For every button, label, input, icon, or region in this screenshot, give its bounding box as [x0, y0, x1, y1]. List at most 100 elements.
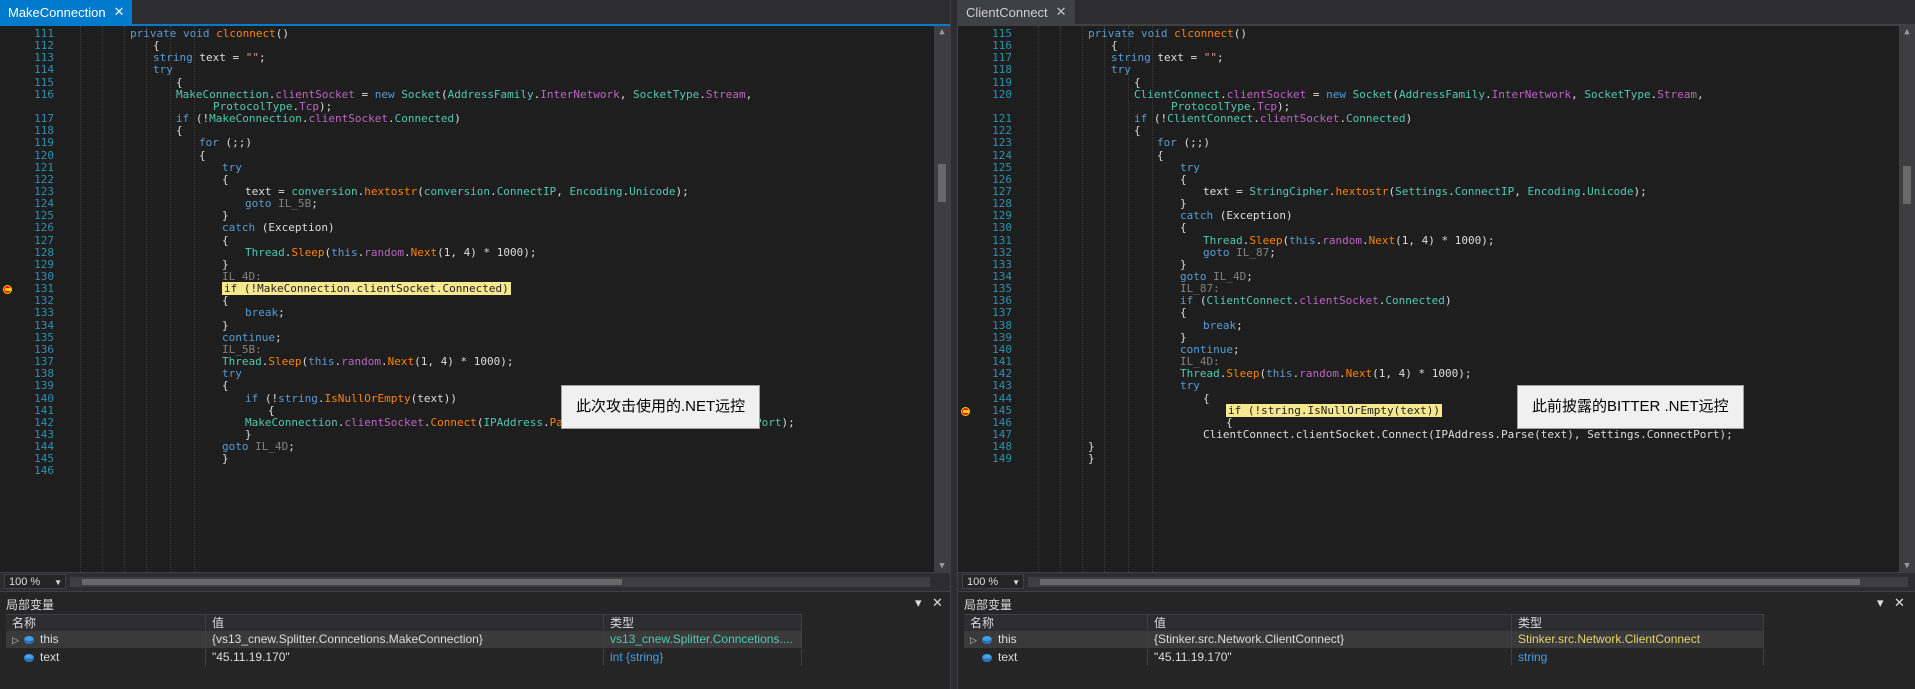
- close-icon[interactable]: ✕: [1056, 4, 1067, 20]
- annotation-label: 此前披露的BITTER .NET远控: [1517, 385, 1744, 429]
- line-number: 130: [992, 221, 1012, 234]
- column-header-name[interactable]: 名称: [6, 615, 206, 631]
- tab-clientconnect[interactable]: ClientConnect ✕: [958, 0, 1075, 24]
- scroll-up-icon[interactable]: ▲: [1899, 26, 1915, 38]
- left-code-editor[interactable]: 111 private void clconnect() 112{113 string…: [0, 26, 934, 572]
- left-vertical-scrollbar[interactable]: ▲ ▼: [934, 26, 950, 572]
- locals-name-cell: ▷ this: [6, 631, 206, 648]
- locals-row[interactable]: ▷ this {vs13_cnew.Splitter.Conncetions.Ma…: [6, 631, 802, 648]
- tab-makeconnection[interactable]: MakeConnection ✕: [0, 0, 133, 24]
- right-tab-strip: ClientConnect ✕: [958, 0, 1915, 26]
- locals-header-row: 名称 值 类型: [964, 614, 1764, 632]
- locals-value-cell: {Stinker.src.Network.ClientConnect}: [1148, 631, 1512, 648]
- line-number: 133: [34, 306, 54, 319]
- column-header-value[interactable]: 值: [206, 615, 604, 631]
- scroll-down-icon[interactable]: ▼: [1899, 560, 1915, 572]
- pin-dropdown-icon[interactable]: ▾: [1877, 595, 1884, 611]
- variable-name: text: [998, 650, 1018, 664]
- line-number: 119: [34, 136, 54, 149]
- line-number: 143: [992, 379, 1012, 392]
- scrollbar-thumb[interactable]: [82, 579, 622, 585]
- scrollbar-thumb[interactable]: [938, 164, 946, 202]
- scroll-up-icon[interactable]: ▲: [934, 26, 950, 38]
- expand-arrow-icon[interactable]: ▷: [12, 632, 20, 648]
- zoom-dropdown[interactable]: 100 % ▼: [4, 574, 66, 589]
- horizontal-scrollbar[interactable]: [1028, 577, 1908, 587]
- code-token: {: [222, 379, 229, 392]
- code-line: 123 for (;;): [958, 136, 1899, 149]
- pane-splitter[interactable]: [950, 0, 958, 689]
- code-text: try: [1180, 379, 1200, 392]
- pin-dropdown-icon[interactable]: ▾: [915, 595, 922, 611]
- panel-title: 局部变量: [964, 598, 1013, 612]
- chevron-down-icon: ▼: [1012, 578, 1020, 587]
- locals-value-cell: "45.11.19.170": [1148, 649, 1512, 666]
- locals-row[interactable]: text "45.11.19.170" string: [964, 649, 1764, 666]
- code-token: {: [1180, 221, 1187, 234]
- code-line: 139 {: [0, 379, 934, 392]
- close-icon[interactable]: ✕: [114, 4, 125, 20]
- code-line: 130 {: [958, 221, 1899, 234]
- object-icon: [982, 635, 992, 644]
- variable-name: this: [998, 632, 1017, 646]
- code-line: 119 for (;;): [0, 136, 934, 149]
- expand-arrow-icon[interactable]: ▷: [970, 632, 978, 648]
- breakpoint-icon[interactable]: [3, 285, 12, 294]
- locals-row[interactable]: ▷ this {Stinker.src.Network.ClientConnect…: [964, 631, 1764, 648]
- column-header-type[interactable]: 类型: [1512, 615, 1764, 631]
- zoom-dropdown[interactable]: 100 % ▼: [962, 574, 1024, 589]
- scrollbar-thumb[interactable]: [1903, 166, 1911, 204]
- field-icon: [982, 653, 992, 662]
- tab-label: ClientConnect: [966, 4, 1048, 20]
- code-token: for: [199, 136, 226, 149]
- code-token: try: [1180, 379, 1200, 392]
- locals-type-cell: string: [1512, 649, 1764, 666]
- column-header-type[interactable]: 类型: [604, 615, 802, 631]
- line-number: 146: [34, 464, 54, 477]
- annotation-label: 此次攻击使用的.NET远控: [561, 385, 761, 429]
- code-token: break: [245, 306, 279, 319]
- right-code-editor[interactable]: 115 private void clconnect() 116{117 string…: [958, 26, 1899, 572]
- code-text: for (;;): [1157, 136, 1210, 149]
- code-text: try: [1111, 63, 1131, 76]
- locals-name-cell: text: [964, 649, 1148, 666]
- code-text: catch (Exception): [222, 221, 335, 234]
- close-icon[interactable]: ✕: [1894, 595, 1905, 611]
- locals-type-cell: vs13_cnew.Splitter.Conncetions....: [604, 631, 802, 648]
- code-token: (Exception): [261, 221, 335, 234]
- line-number: 149: [992, 452, 1012, 465]
- right-document-pane: ClientConnect ✕ 115 private void clconnec…: [958, 0, 1915, 689]
- code-token: for: [1157, 136, 1184, 149]
- code-line: 149}: [958, 452, 1899, 465]
- panel-title: 局部变量: [6, 598, 55, 612]
- left-locals-panel: 局部变量 ▾ ✕ 名称 值 类型 ▷ this {vs13_cnew.Splitt…: [0, 591, 950, 689]
- code-token: try: [1111, 63, 1131, 76]
- column-header-value[interactable]: 值: [1148, 615, 1512, 631]
- left-editor-statusbar: 100 % ▼: [0, 572, 950, 591]
- code-text: {: [222, 379, 229, 392]
- scroll-down-icon[interactable]: ▼: [934, 560, 950, 572]
- code-line: 114 try: [0, 63, 934, 76]
- code-text: for (;;): [199, 136, 252, 149]
- right-vertical-scrollbar[interactable]: ▲ ▼: [1899, 26, 1915, 572]
- code-text: {: [1180, 221, 1187, 234]
- code-token: (;;): [1183, 136, 1211, 149]
- column-header-name[interactable]: 名称: [964, 615, 1148, 631]
- line-number: 123: [992, 136, 1012, 149]
- variable-name: this: [40, 632, 59, 646]
- line-number: 118: [992, 63, 1012, 76]
- zoom-value: 100 %: [967, 576, 999, 588]
- breakpoint-icon[interactable]: [961, 407, 970, 416]
- code-token: catch: [222, 221, 262, 234]
- line-number: 126: [34, 221, 54, 234]
- object-icon: [24, 635, 34, 644]
- locals-row[interactable]: text "45.11.19.170" int {string}: [6, 649, 802, 666]
- locals-type-cell: Stinker.src.Network.ClientConnect: [1512, 631, 1764, 648]
- code-token: }: [1088, 452, 1095, 465]
- code-line: 133 break;: [0, 306, 934, 319]
- horizontal-scrollbar[interactable]: [70, 577, 930, 587]
- close-icon[interactable]: ✕: [932, 595, 943, 611]
- scrollbar-thumb[interactable]: [1040, 579, 1860, 585]
- field-icon: [24, 653, 34, 662]
- line-number: 114: [34, 63, 54, 76]
